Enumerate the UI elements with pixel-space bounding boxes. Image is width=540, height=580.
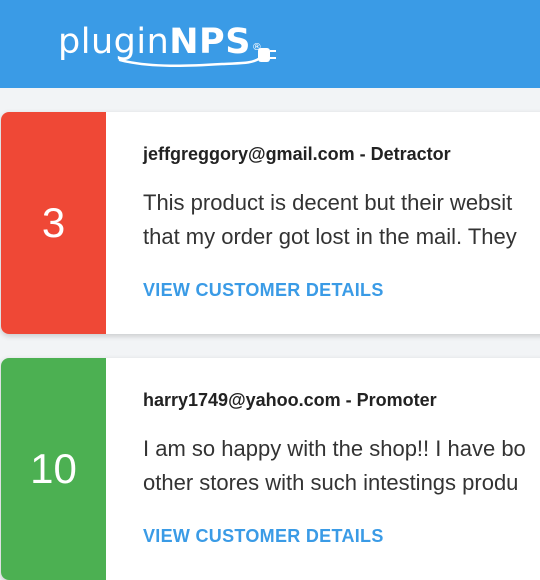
view-customer-details-link[interactable]: VIEW CUSTOMER DETAILS — [143, 526, 384, 547]
respondent-email: jeffgreggory@gmail.com — [143, 144, 355, 164]
nps-score-badge: 3 — [1, 112, 106, 334]
respondent-line: jeffgreggory@gmail.com - Detractor — [143, 144, 451, 165]
separator: - — [340, 390, 357, 410]
respondent-category: Detractor — [370, 144, 451, 164]
comment-line: I am so happy with the shop!! I have bo — [143, 436, 526, 461]
respondent-line: harry1749@yahoo.com - Promoter — [143, 390, 437, 411]
nps-score-badge: 10 — [1, 358, 106, 580]
comment-line: other stores with such intestings produ — [143, 470, 519, 495]
respondent-category: Promoter — [356, 390, 437, 410]
plug-cord-icon — [118, 48, 276, 68]
response-card: 3 jeffgreggory@gmail.com - Detractor Thi… — [1, 112, 540, 334]
response-card: 10 harry1749@yahoo.com - Promoter I am s… — [1, 358, 540, 580]
separator: - — [354, 144, 371, 164]
respondent-email: harry1749@yahoo.com — [143, 390, 341, 410]
response-comment: This product is decent but their websit … — [143, 186, 540, 254]
app-header: pluginNPS® — [0, 0, 540, 88]
comment-line: that my order got lost in the mail. They — [143, 224, 517, 249]
view-customer-details-link[interactable]: VIEW CUSTOMER DETAILS — [143, 280, 384, 301]
response-comment: I am so happy with the shop!! I have bo … — [143, 432, 540, 500]
comment-line: This product is decent but their websit — [143, 190, 513, 215]
